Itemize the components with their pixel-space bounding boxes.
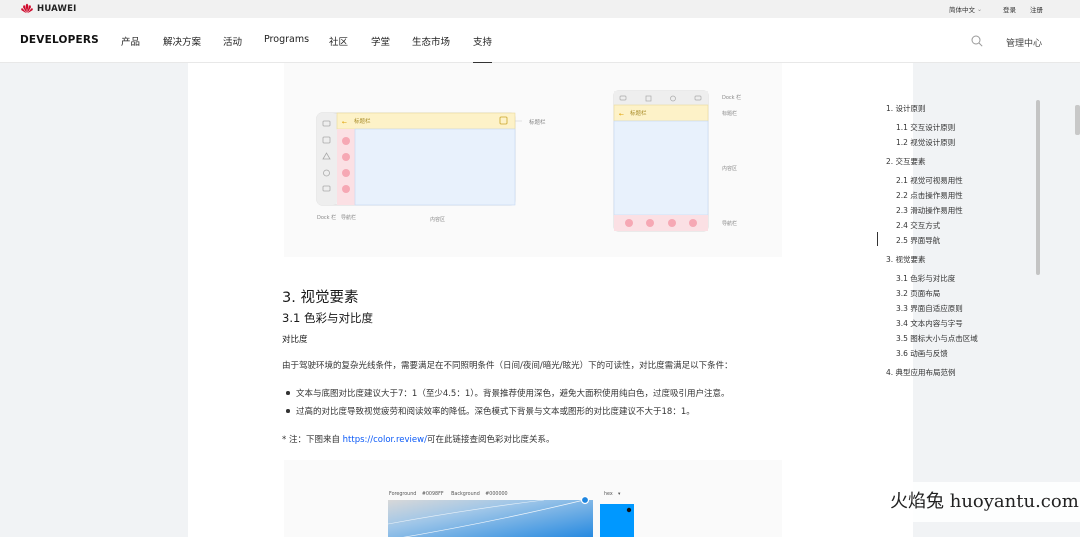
nav-item-academy[interactable]: 学堂	[371, 34, 390, 48]
search-icon[interactable]	[971, 35, 983, 47]
toc-item[interactable]: 1. 设计原则	[886, 103, 926, 114]
color-review-screenshot: Foreground #0098FF Background #000000 he…	[387, 491, 634, 537]
color-review-figure: Foreground #0098FF Background #000000 he…	[284, 460, 782, 537]
toc-item[interactable]: 1.1 交互设计原则	[896, 122, 955, 133]
page-scrollbar[interactable]	[1075, 105, 1080, 135]
nav-item-support[interactable]: 支持	[473, 34, 493, 64]
watermark: 火焰兔 huoyantu.com	[862, 482, 1080, 522]
landscape-dock-label: Dock 栏	[317, 214, 336, 221]
language-selector[interactable]: 简体中文 ⌄	[949, 4, 983, 15]
svg-text:←: ←	[619, 111, 624, 118]
portrait-title-text: 标题栏	[630, 109, 647, 117]
toc-item[interactable]: 3.3 界面自适应原则	[896, 303, 963, 314]
huawei-logo[interactable]: HUAWEI	[20, 3, 77, 14]
portrait-dock-label: Dock 栏	[722, 94, 741, 101]
note-suffix: 可在此链接查阅色彩对比度关系。	[426, 435, 555, 445]
color-review-link[interactable]: https://color.review/	[343, 435, 427, 445]
portrait-title-label: 标题栏	[722, 110, 737, 117]
layout-diagram-figure: ← 标题栏 标题栏 Dock 栏 导航栏 内容区 ← 标题栏 Dock 栏 标题…	[284, 63, 782, 257]
toc-item[interactable]: 3.5 图标大小与点击区域	[896, 333, 978, 344]
management-center-link[interactable]: 管理中心	[1006, 36, 1042, 49]
chevron-down-icon: ⌄	[977, 5, 983, 13]
main-nav: DEVELOPERS 产品 解决方案 活动 Programs 社区 学堂 生态市…	[0, 18, 1080, 64]
contrast-paragraph: 由于驾驶环境的复杂光线条件，需要满足在不同照明条件（日间/夜间/暗光/眩光）下的…	[282, 361, 733, 371]
toc-item[interactable]: 2.1 视觉可视易用性	[896, 175, 963, 186]
contrast-label: 对比度	[282, 335, 308, 345]
portrait-nav-label: 导航栏	[722, 220, 737, 227]
nav-item-programs[interactable]: Programs	[264, 34, 309, 45]
article-content: ← 标题栏 标题栏 Dock 栏 导航栏 内容区 ← 标题栏 Dock 栏 标题…	[188, 63, 913, 537]
layout-diagram: ← 标题栏 标题栏 Dock 栏 导航栏 内容区 ← 标题栏 Dock 栏 标题…	[316, 90, 741, 232]
login-link[interactable]: 登录	[1003, 4, 1016, 14]
toc-item[interactable]: 3.2 页面布局	[896, 288, 940, 299]
note-prefix: * 注：下图来自	[282, 435, 343, 445]
toc-item[interactable]: 3. 视觉要素	[886, 254, 926, 265]
developers-brand[interactable]: DEVELOPERS	[20, 34, 99, 46]
toc-item[interactable]: 1.2 视觉设计原则	[896, 137, 955, 148]
landscape-title-text: 标题栏	[354, 117, 371, 125]
toc-item[interactable]: 3.1 色彩与对比度	[896, 273, 955, 284]
background-label: Background	[451, 491, 480, 497]
toc-item[interactable]: 4. 典型应用布局范例	[886, 367, 956, 378]
register-link[interactable]: 注册	[1030, 4, 1043, 14]
language-label: 简体中文	[949, 6, 975, 14]
toc-item[interactable]: 2. 交互要素	[886, 156, 926, 167]
huawei-logo-icon	[21, 3, 33, 14]
foreground-label: Foreground	[389, 491, 416, 497]
svg-text:←: ←	[342, 119, 347, 126]
landscape-content-label: 内容区	[430, 216, 445, 223]
toc-item[interactable]: 2.3 滑动操作易用性	[896, 205, 963, 216]
toc-item[interactable]: 3.6 动画与反馈	[896, 348, 948, 359]
background-value: #000000	[485, 491, 507, 497]
toc-scrollbar[interactable]	[1036, 100, 1040, 275]
toc-item[interactable]: 3.4 文本内容与字号	[896, 318, 963, 329]
portrait-content-label: 内容区	[722, 165, 737, 172]
landscape-title-label: 标题栏	[529, 118, 546, 126]
foreground-value: #0098FF	[422, 491, 444, 497]
nav-item-solutions[interactable]: 解决方案	[163, 34, 201, 48]
toc-item-active[interactable]: 2.5 界面导航	[896, 235, 940, 246]
color-mode-select: hex	[604, 491, 613, 497]
toc-item[interactable]: 2.4 交互方式	[896, 220, 940, 231]
contrast-rules-list: 文本与底图对比度建议大于7：1（至少4.5：1）。背景推荐使用深色，避免大面积使…	[282, 387, 730, 423]
nav-item-products[interactable]: 产品	[121, 34, 140, 48]
list-item: 过高的对比度导致视觉疲劳和阅读效率的降低。深色模式下背景与文本或图形的对比度建议…	[282, 405, 730, 423]
huawei-logo-text: HUAWEI	[37, 3, 77, 14]
toc-item[interactable]: 2.2 点击操作易用性	[896, 190, 963, 201]
nav-item-community[interactable]: 社区	[329, 34, 348, 48]
toc-active-indicator	[877, 232, 878, 246]
top-utility-bar: HUAWEI 简体中文 ⌄ 登录 注册	[0, 0, 1080, 18]
list-item: 文本与底图对比度建议大于7：1（至少4.5：1）。背景推荐使用深色，避免大面积使…	[282, 387, 730, 405]
nav-item-events[interactable]: 活动	[223, 34, 242, 48]
nav-item-marketplace[interactable]: 生态市场	[412, 34, 450, 48]
subsection-heading: 3.1 色彩与对比度	[282, 311, 373, 325]
landscape-nav-label: 导航栏	[341, 214, 356, 221]
note-paragraph: * 注：下图来自 https://color.review/可在此链接查阅色彩对…	[282, 433, 554, 445]
svg-text:▾: ▾	[618, 492, 621, 497]
svg-text:Foreground #0098FF: Foreground #0098FF Background #000000	[389, 491, 508, 497]
section-heading: 3. 视觉要素	[282, 290, 359, 306]
